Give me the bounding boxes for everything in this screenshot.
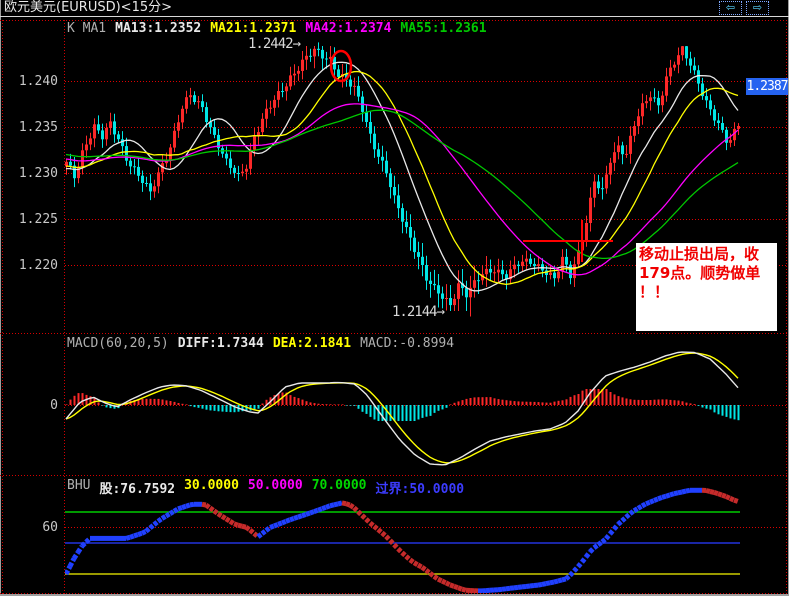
legend-ma13: MA13:1.2352 <box>115 21 202 36</box>
macd-zero-label: 0 <box>50 398 58 413</box>
legend-diff: DIFF:1.7344 <box>177 336 264 351</box>
y-axis-label: 1.225 <box>18 212 58 227</box>
high-price-annotation: 1.2442→ <box>248 36 301 52</box>
border-left <box>2 20 3 594</box>
legend-ma42: MA42:1.2374 <box>305 21 392 36</box>
legend-dea: DEA:2.1841 <box>272 336 352 351</box>
y-axis-label: 1.230 <box>18 166 58 181</box>
trade-note-line: 移动止损出局，收 <box>639 245 760 263</box>
macd-bhu-divider <box>0 475 789 476</box>
y-axis-label: 1.220 <box>18 258 58 273</box>
legend-ma55: MA55:1.2361 <box>400 21 487 36</box>
macd-indicator-legend: MACD(60,20,5) DIFF:1.7344 DEA:2.1841 MAC… <box>67 336 454 351</box>
y-axis-label: 1.235 <box>18 120 58 135</box>
right-arrow-icon: ⇨ <box>752 2 763 14</box>
left-arrow-icon: ⇦ <box>725 2 736 14</box>
scroll-left-button[interactable]: ⇦ <box>719 1 742 15</box>
scroll-right-button[interactable]: ⇨ <box>746 1 769 15</box>
bhu-indicator-legend: BHU 股:76.7592 30.0000 50.0000 70.0000 过界… <box>67 478 464 497</box>
title-divider <box>0 16 789 17</box>
main-indicator-legend: K MA1 MA13:1.2352 MA21:1.2371 MA42:1.237… <box>67 21 487 36</box>
title-bar: 欧元美元(EURUSD)<15分> <box>0 0 789 16</box>
legend-macd-params: MACD(60,20,5) <box>67 336 169 351</box>
panel-border-bottom <box>0 593 789 594</box>
y-axis-label: 1.240 <box>18 74 58 89</box>
legend-bhu-30: 30.0000 <box>184 478 239 493</box>
axis-divider <box>64 20 65 594</box>
legend-bhu-cross: 过界:50.0000 <box>375 482 465 497</box>
trade-note-line: 179点。顺势做单 <box>639 264 761 282</box>
legend-bhu-50: 50.0000 <box>247 478 303 493</box>
legend-macd-value: MACD:-0.8994 <box>360 336 455 351</box>
legend-bhu-70: 70.0000 <box>311 478 367 493</box>
border-right <box>786 20 787 594</box>
window-edge-left <box>0 0 1 596</box>
legend-bhu: BHU <box>67 478 91 493</box>
legend-ma21: MA21:1.2371 <box>210 21 297 36</box>
main-macd-divider <box>0 333 789 334</box>
low-price-annotation: 1.2144→ <box>392 304 445 320</box>
legend-k-ma1: K MA1 <box>67 21 107 36</box>
trade-note-line: ！！ <box>639 283 670 301</box>
window-title: 欧元美元(EURUSD)<15分> <box>4 0 173 15</box>
current-price-tag: 1.2387 <box>746 78 788 95</box>
trade-note-box: 移动止损出局，收 179点。顺势做单 ！！ <box>636 243 777 331</box>
legend-bhu-value: 股:76.7592 <box>99 482 176 497</box>
bhu-60-label: 60 <box>42 520 58 535</box>
trading-app-window: 欧元美元(EURUSD)<15分> ⇦ ⇨ K MA1 MA13:1.2352 … <box>0 0 789 596</box>
